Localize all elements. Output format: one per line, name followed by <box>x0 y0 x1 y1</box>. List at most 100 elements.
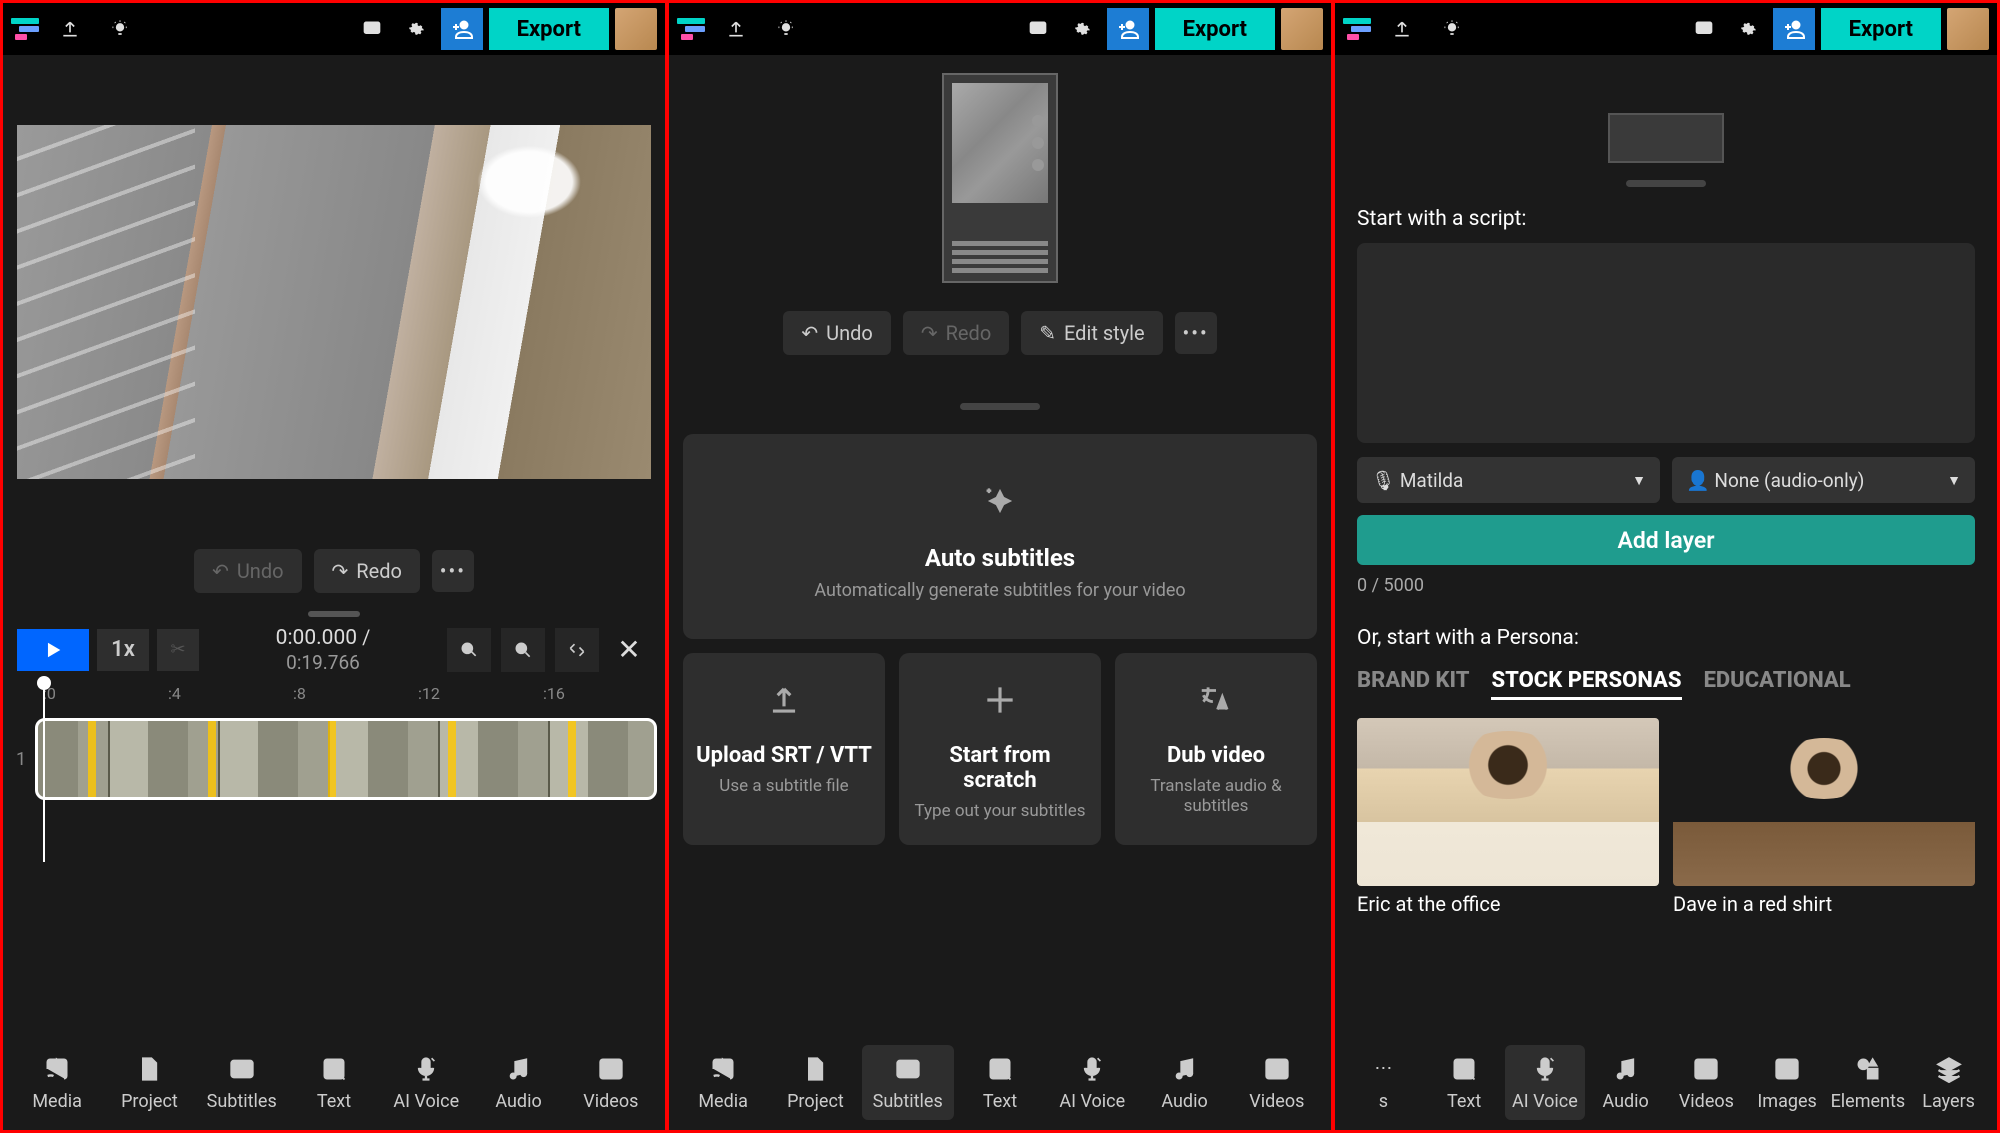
avatar-select[interactable]: 👤 None (audio-only)▼ <box>1672 457 1975 503</box>
zoom-in-button[interactable] <box>501 628 545 672</box>
playback-speed-button[interactable]: 1x <box>97 629 149 671</box>
nav-item-videos[interactable]: Videos <box>1231 1045 1323 1120</box>
persona-card[interactable]: Dave in a red shirt <box>1673 718 1975 916</box>
redo-button[interactable]: ↷Redo <box>903 311 1009 355</box>
nav-icon <box>986 1053 1014 1085</box>
user-avatar[interactable] <box>1281 8 1323 50</box>
comment-icon[interactable] <box>353 10 391 48</box>
nav-item-images[interactable]: Images <box>1747 1045 1828 1120</box>
nav-label: Layers <box>1922 1091 1975 1112</box>
nav-icon <box>412 1053 440 1085</box>
export-button[interactable]: Export <box>489 8 609 50</box>
settings-gear-icon[interactable] <box>1729 10 1767 48</box>
nav-item-s[interactable]: ⋯s <box>1343 1045 1424 1120</box>
persona-card[interactable]: Eric at the office <box>1357 718 1659 916</box>
add-person-button[interactable] <box>1773 8 1815 50</box>
playhead[interactable] <box>43 682 45 862</box>
undo-button[interactable]: ↶Undo <box>783 311 890 355</box>
nav-label: Audio <box>1602 1091 1648 1112</box>
nav-label: Audio <box>495 1091 541 1112</box>
add-person-button[interactable] <box>441 8 483 50</box>
export-button[interactable]: Export <box>1821 8 1941 50</box>
close-icon[interactable]: ✕ <box>607 628 651 672</box>
nav-icon <box>228 1053 256 1085</box>
nav-item-ai-voice[interactable]: AI Voice <box>1046 1045 1138 1120</box>
nav-label: Audio <box>1161 1091 1207 1112</box>
app-logo[interactable] <box>677 18 705 40</box>
topbar: Export <box>3 3 665 55</box>
card-title: Dub video <box>1127 743 1305 768</box>
voice-select[interactable]: 🎙 Matilda▼ <box>1357 457 1660 503</box>
mini-preview[interactable] <box>1608 113 1724 163</box>
nav-label: Text <box>983 1091 1017 1112</box>
nav-icon <box>1773 1053 1801 1085</box>
play-button[interactable] <box>17 629 89 671</box>
nav-item-videos[interactable]: Videos <box>1666 1045 1747 1120</box>
more-menu-button[interactable]: ••• <box>1175 312 1217 354</box>
fit-timeline-button[interactable] <box>555 628 599 672</box>
nav-icon <box>1531 1053 1559 1085</box>
nav-item-media[interactable]: Media <box>11 1045 103 1120</box>
auto-subtitles-card[interactable]: Auto subtitles Automatically generate su… <box>683 434 1317 639</box>
add-person-button[interactable] <box>1107 8 1149 50</box>
lightbulb-icon[interactable] <box>767 10 805 48</box>
tab-educational[interactable]: EDUCATIONAL <box>1704 668 1851 700</box>
nav-item-audio[interactable]: Audio <box>1138 1045 1230 1120</box>
settings-gear-icon[interactable] <box>1063 10 1101 48</box>
nav-item-text[interactable]: Text <box>954 1045 1046 1120</box>
timeline-ruler[interactable]: :0 :4 :8 :12 :16 <box>3 682 665 706</box>
tab-brand-kit[interactable]: BRAND KIT <box>1357 668 1469 700</box>
edit-style-button[interactable]: ✎Edit style <box>1021 311 1162 355</box>
nav-item-media[interactable]: Media <box>677 1045 769 1120</box>
redo-button[interactable]: ↷Redo <box>314 549 420 593</box>
lightbulb-icon[interactable] <box>1433 10 1471 48</box>
settings-gear-icon[interactable] <box>397 10 435 48</box>
nav-item-project[interactable]: Project <box>769 1045 861 1120</box>
panel-drag-handle[interactable] <box>960 403 1040 410</box>
nav-item-project[interactable]: Project <box>103 1045 195 1120</box>
user-avatar[interactable] <box>1947 8 1989 50</box>
user-avatar[interactable] <box>615 8 657 50</box>
comment-icon[interactable] <box>1019 10 1057 48</box>
nav-item-text[interactable]: Text <box>288 1045 380 1120</box>
start-from-scratch-card[interactable]: Start from scratch Type out your subtitl… <box>899 653 1101 845</box>
add-layer-button[interactable]: Add layer <box>1357 515 1975 565</box>
nav-item-audio[interactable]: Audio <box>1585 1045 1666 1120</box>
script-textarea[interactable] <box>1357 243 1975 443</box>
nav-icon <box>1612 1053 1640 1085</box>
nav-label: Text <box>1447 1091 1481 1112</box>
nav-item-text[interactable]: Text <box>1424 1045 1505 1120</box>
zoom-out-button[interactable] <box>447 628 491 672</box>
app-logo[interactable] <box>11 18 39 40</box>
nav-item-ai-voice[interactable]: AI Voice <box>1505 1045 1586 1120</box>
lightbulb-icon[interactable] <box>101 10 139 48</box>
chevron-down-icon: ▼ <box>1947 472 1961 489</box>
upload-subtitle-card[interactable]: Upload SRT / VTT Use a subtitle file <box>683 653 885 845</box>
upload-icon[interactable] <box>1383 10 1421 48</box>
subtitle-style-preview[interactable] <box>942 73 1058 283</box>
card-desc: Translate audio & subtitles <box>1127 776 1305 816</box>
video-clip[interactable] <box>35 718 657 800</box>
panel-drag-handle[interactable] <box>1626 180 1706 187</box>
nav-icon <box>320 1053 348 1085</box>
export-button[interactable]: Export <box>1155 8 1275 50</box>
dub-video-card[interactable]: Dub video Translate audio & subtitles <box>1115 653 1317 845</box>
tab-stock-personas[interactable]: STOCK PERSONAS <box>1491 668 1681 700</box>
comment-icon[interactable] <box>1685 10 1723 48</box>
nav-item-elements[interactable]: Elements <box>1828 1045 1909 1120</box>
more-menu-button[interactable]: ••• <box>432 550 474 592</box>
nav-item-ai-voice[interactable]: AI Voice <box>380 1045 472 1120</box>
nav-item-audio[interactable]: Audio <box>472 1045 564 1120</box>
upload-icon[interactable] <box>51 10 89 48</box>
nav-item-subtitles[interactable]: Subtitles <box>862 1045 954 1120</box>
undo-button[interactable]: ↶Undo <box>194 549 301 593</box>
panel-timeline-view: Export ↶Undo ↷Redo ••• 1x ✂ 0:00.000 / 0… <box>3 3 665 1130</box>
app-logo[interactable] <box>1343 18 1371 40</box>
nav-item-subtitles[interactable]: Subtitles <box>196 1045 288 1120</box>
persona-thumbnail <box>1357 718 1659 886</box>
nav-item-layers[interactable]: Layers <box>1908 1045 1989 1120</box>
video-preview[interactable] <box>17 125 651 479</box>
split-clip-button[interactable]: ✂ <box>157 629 199 671</box>
upload-icon[interactable] <box>717 10 755 48</box>
nav-item-videos[interactable]: Videos <box>565 1045 657 1120</box>
